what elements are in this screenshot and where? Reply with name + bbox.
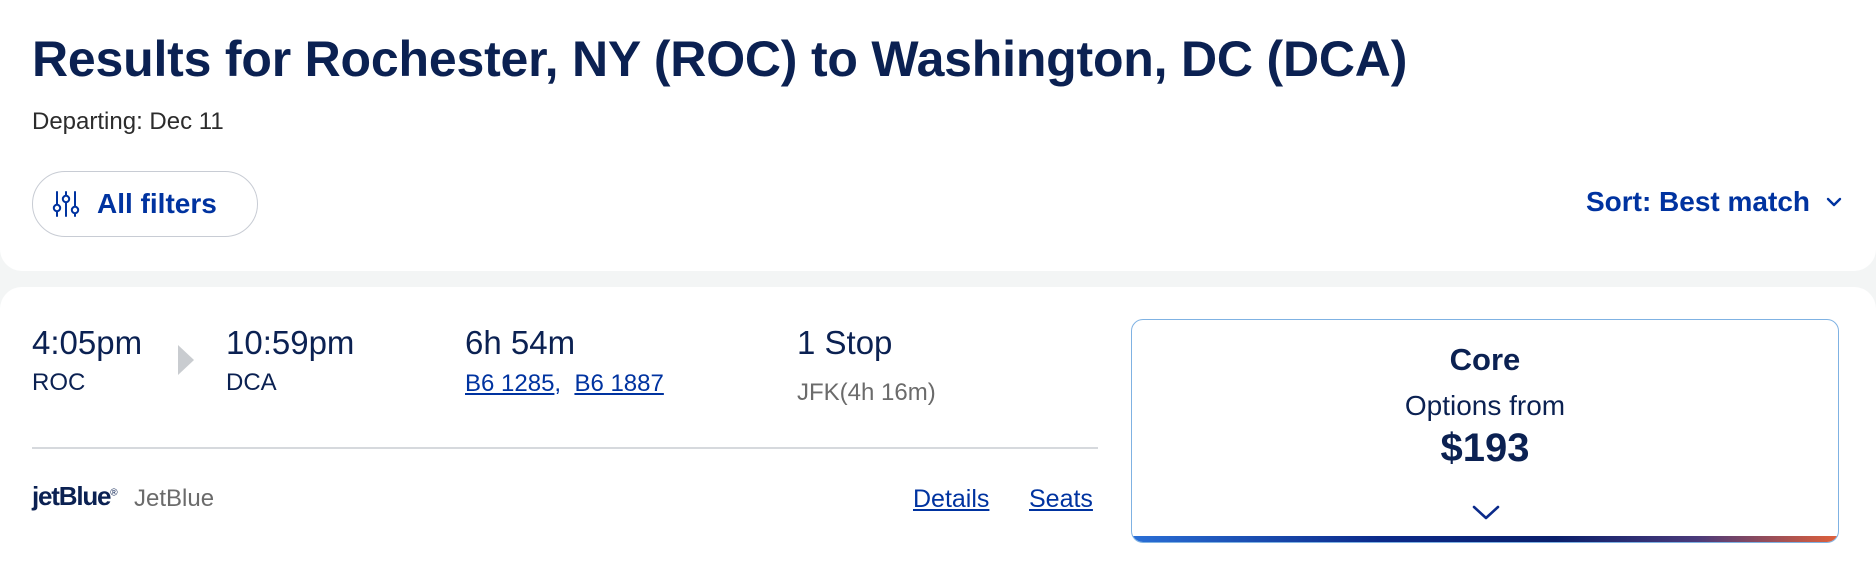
seats-link[interactable]: Seats bbox=[1029, 485, 1093, 514]
fare-accent-bar bbox=[1132, 536, 1838, 542]
flight-result-card: 4:05pm ROC 10:59pm DCA 6h 54m B6 1285, B… bbox=[0, 287, 1876, 572]
flight-number-link[interactable]: B6 1887 bbox=[574, 370, 663, 397]
flight-separator: , bbox=[554, 370, 562, 397]
expand-chevron-icon bbox=[1472, 505, 1500, 520]
fare-price: $193 bbox=[1440, 426, 1530, 470]
fare-name: Core bbox=[1449, 342, 1521, 377]
flight-number-link[interactable]: B6 1285 bbox=[465, 370, 554, 397]
sort-label: Sort: Best match bbox=[1585, 186, 1810, 217]
details-link[interactable]: Details bbox=[913, 485, 989, 514]
sliders-icon bbox=[52, 191, 80, 217]
departure-airport-code: ROC bbox=[32, 369, 86, 396]
arrow-right-icon bbox=[178, 345, 194, 375]
sort-dropdown[interactable]: Sort: Best match bbox=[1586, 186, 1844, 218]
page-title: Results for Rochester, NY (ROC) to Washi… bbox=[32, 31, 1408, 87]
chevron-down-icon bbox=[1826, 197, 1842, 207]
departure-time: 4:05pm bbox=[32, 324, 143, 361]
fare-option-core[interactable]: Core Options from $193 bbox=[1131, 319, 1839, 543]
arrival-time: 10:59pm bbox=[226, 324, 355, 361]
fare-options-label: Options from bbox=[1404, 390, 1566, 421]
divider bbox=[32, 447, 1098, 449]
flight-numbers: B6 1285, B6 1887 bbox=[465, 370, 664, 398]
trip-duration: 6h 54m bbox=[465, 324, 576, 361]
arrival-airport-code: DCA bbox=[226, 369, 277, 396]
departing-date: Departing: Dec 11 bbox=[32, 108, 224, 135]
all-filters-label: All filters bbox=[97, 188, 217, 219]
all-filters-button[interactable]: All filters bbox=[32, 171, 258, 237]
airline-name: JetBlue bbox=[134, 485, 215, 512]
search-header-panel: Results for Rochester, NY (ROC) to Washi… bbox=[0, 0, 1876, 271]
airline-logo: jetBlue® bbox=[32, 481, 118, 511]
stops-count: 1 Stop bbox=[797, 324, 893, 361]
layover-detail: JFK(4h 16m) bbox=[797, 379, 936, 406]
